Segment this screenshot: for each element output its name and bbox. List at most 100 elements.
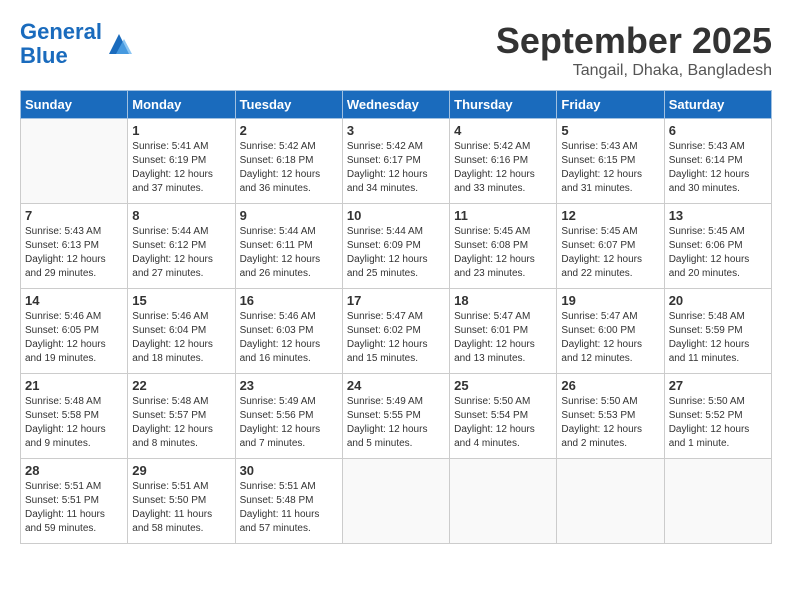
logo-icon [104, 29, 134, 59]
calendar-cell: 30 Sunrise: 5:51 AM Sunset: 5:48 PM Dayli… [235, 459, 342, 544]
calendar-cell: 11 Sunrise: 5:45 AM Sunset: 6:08 PM Dayli… [450, 204, 557, 289]
day-number: 11 [454, 208, 552, 223]
calendar-cell: 27Sunrise: 5:50 AM Sunset: 5:52 PM Dayli… [664, 374, 771, 459]
day-info: Sunrise: 5:49 AM Sunset: 5:56 PM Dayligh… [240, 395, 338, 451]
day-info: Sunrise: 5:48 AM Sunset: 5:58 PM Dayligh… [25, 395, 123, 451]
day-info: Sunrise: 5:51 AM Sunset: 5:50 PM Dayligh… [132, 480, 230, 536]
calendar-week-row: 21 Sunrise: 5:48 AM Sunset: 5:58 PM Dayli… [21, 374, 772, 459]
calendar-cell: 19 Sunrise: 5:47 AM Sunset: 6:00 PM Dayli… [557, 289, 664, 374]
calendar-cell: 23 Sunrise: 5:49 AM Sunset: 5:56 PM Dayli… [235, 374, 342, 459]
day-info: Sunrise: 5:43 AM Sunset: 6:14 PM Dayligh… [669, 140, 767, 196]
day-info: Sunrise: 5:41 AM Sunset: 6:19 PM Dayligh… [132, 140, 230, 196]
day-number: 3 [347, 123, 445, 138]
column-header-wednesday: Wednesday [342, 91, 449, 119]
calendar-cell: 22 Sunrise: 5:48 AM Sunset: 5:57 PM Dayli… [128, 374, 235, 459]
calendar-cell [342, 459, 449, 544]
day-number: 21 [25, 378, 123, 393]
day-number: 26 [561, 378, 659, 393]
day-number: 2 [240, 123, 338, 138]
calendar-cell [557, 459, 664, 544]
day-number: 16 [240, 293, 338, 308]
day-info: Sunrise: 5:47 AM Sunset: 6:01 PM Dayligh… [454, 310, 552, 366]
day-info: Sunrise: 5:49 AM Sunset: 5:55 PM Dayligh… [347, 395, 445, 451]
calendar-cell [450, 459, 557, 544]
day-info: Sunrise: 5:42 AM Sunset: 6:16 PM Dayligh… [454, 140, 552, 196]
day-number: 13 [669, 208, 767, 223]
calendar-cell: 7Sunrise: 5:43 AM Sunset: 6:13 PM Daylig… [21, 204, 128, 289]
column-header-monday: Monday [128, 91, 235, 119]
column-header-saturday: Saturday [664, 91, 771, 119]
day-info: Sunrise: 5:46 AM Sunset: 6:03 PM Dayligh… [240, 310, 338, 366]
day-number: 17 [347, 293, 445, 308]
day-info: Sunrise: 5:47 AM Sunset: 6:02 PM Dayligh… [347, 310, 445, 366]
day-info: Sunrise: 5:42 AM Sunset: 6:18 PM Dayligh… [240, 140, 338, 196]
calendar-cell: 13 Sunrise: 5:45 AM Sunset: 6:06 PM Dayli… [664, 204, 771, 289]
calendar-cell: 10 Sunrise: 5:44 AM Sunset: 6:09 PM Dayli… [342, 204, 449, 289]
calendar-cell: 21 Sunrise: 5:48 AM Sunset: 5:58 PM Dayli… [21, 374, 128, 459]
day-number: 23 [240, 378, 338, 393]
title-section: September 2025 Tangail, Dhaka, Banglades… [496, 20, 772, 80]
day-info: Sunrise: 5:43 AM Sunset: 6:15 PM Dayligh… [561, 140, 659, 196]
day-info: Sunrise: 5:47 AM Sunset: 6:00 PM Dayligh… [561, 310, 659, 366]
day-info: Sunrise: 5:50 AM Sunset: 5:53 PM Dayligh… [561, 395, 659, 451]
logo-blue: Blue [20, 43, 68, 68]
day-number: 12 [561, 208, 659, 223]
page-header: General Blue September 2025 Tangail, Dha… [20, 20, 772, 80]
day-number: 22 [132, 378, 230, 393]
day-info: Sunrise: 5:44 AM Sunset: 6:11 PM Dayligh… [240, 225, 338, 281]
calendar-cell: 9 Sunrise: 5:44 AM Sunset: 6:11 PM Daylig… [235, 204, 342, 289]
calendar-cell: 3 Sunrise: 5:42 AM Sunset: 6:17 PM Daylig… [342, 119, 449, 204]
calendar-cell: 25 Sunrise: 5:50 AM Sunset: 5:54 PM Dayli… [450, 374, 557, 459]
calendar-week-row: 7Sunrise: 5:43 AM Sunset: 6:13 PM Daylig… [21, 204, 772, 289]
calendar-cell [664, 459, 771, 544]
column-header-sunday: Sunday [21, 91, 128, 119]
logo-general: General [20, 19, 102, 44]
calendar-cell: 18 Sunrise: 5:47 AM Sunset: 6:01 PM Dayli… [450, 289, 557, 374]
day-number: 25 [454, 378, 552, 393]
day-number: 10 [347, 208, 445, 223]
calendar-cell: 20 Sunrise: 5:48 AM Sunset: 5:59 PM Dayli… [664, 289, 771, 374]
day-info: Sunrise: 5:48 AM Sunset: 5:57 PM Dayligh… [132, 395, 230, 451]
day-info: Sunrise: 5:45 AM Sunset: 6:07 PM Dayligh… [561, 225, 659, 281]
calendar-cell: 2 Sunrise: 5:42 AM Sunset: 6:18 PM Daylig… [235, 119, 342, 204]
calendar-week-row: 28 Sunrise: 5:51 AM Sunset: 5:51 PM Dayli… [21, 459, 772, 544]
day-info: Sunrise: 5:45 AM Sunset: 6:08 PM Dayligh… [454, 225, 552, 281]
day-info: Sunrise: 5:44 AM Sunset: 6:12 PM Dayligh… [132, 225, 230, 281]
day-info: Sunrise: 5:48 AM Sunset: 5:59 PM Dayligh… [669, 310, 767, 366]
calendar-cell [21, 119, 128, 204]
day-info: Sunrise: 5:44 AM Sunset: 6:09 PM Dayligh… [347, 225, 445, 281]
day-number: 27 [669, 378, 767, 393]
day-number: 30 [240, 463, 338, 478]
day-number: 18 [454, 293, 552, 308]
column-header-thursday: Thursday [450, 91, 557, 119]
day-number: 7 [25, 208, 123, 223]
day-number: 9 [240, 208, 338, 223]
calendar-cell: 4 Sunrise: 5:42 AM Sunset: 6:16 PM Daylig… [450, 119, 557, 204]
day-number: 4 [454, 123, 552, 138]
calendar-cell: 24Sunrise: 5:49 AM Sunset: 5:55 PM Dayli… [342, 374, 449, 459]
calendar-cell: 6 Sunrise: 5:43 AM Sunset: 6:14 PM Daylig… [664, 119, 771, 204]
calendar-cell: 1 Sunrise: 5:41 AM Sunset: 6:19 PM Daylig… [128, 119, 235, 204]
day-number: 8 [132, 208, 230, 223]
day-info: Sunrise: 5:50 AM Sunset: 5:54 PM Dayligh… [454, 395, 552, 451]
day-number: 14 [25, 293, 123, 308]
day-info: Sunrise: 5:45 AM Sunset: 6:06 PM Dayligh… [669, 225, 767, 281]
day-number: 20 [669, 293, 767, 308]
day-info: Sunrise: 5:42 AM Sunset: 6:17 PM Dayligh… [347, 140, 445, 196]
column-header-tuesday: Tuesday [235, 91, 342, 119]
calendar-cell: 15Sunrise: 5:46 AM Sunset: 6:04 PM Dayli… [128, 289, 235, 374]
day-number: 19 [561, 293, 659, 308]
day-number: 29 [132, 463, 230, 478]
day-info: Sunrise: 5:51 AM Sunset: 5:48 PM Dayligh… [240, 480, 338, 536]
calendar-cell: 5 Sunrise: 5:43 AM Sunset: 6:15 PM Daylig… [557, 119, 664, 204]
day-number: 6 [669, 123, 767, 138]
day-number: 5 [561, 123, 659, 138]
day-info: Sunrise: 5:51 AM Sunset: 5:51 PM Dayligh… [25, 480, 123, 536]
day-number: 28 [25, 463, 123, 478]
calendar-title: September 2025 [496, 20, 772, 62]
calendar-week-row: 1 Sunrise: 5:41 AM Sunset: 6:19 PM Daylig… [21, 119, 772, 204]
calendar-cell: 12 Sunrise: 5:45 AM Sunset: 6:07 PM Dayli… [557, 204, 664, 289]
calendar-cell: 28 Sunrise: 5:51 AM Sunset: 5:51 PM Dayli… [21, 459, 128, 544]
day-number: 1 [132, 123, 230, 138]
calendar-cell: 29 Sunrise: 5:51 AM Sunset: 5:50 PM Dayli… [128, 459, 235, 544]
